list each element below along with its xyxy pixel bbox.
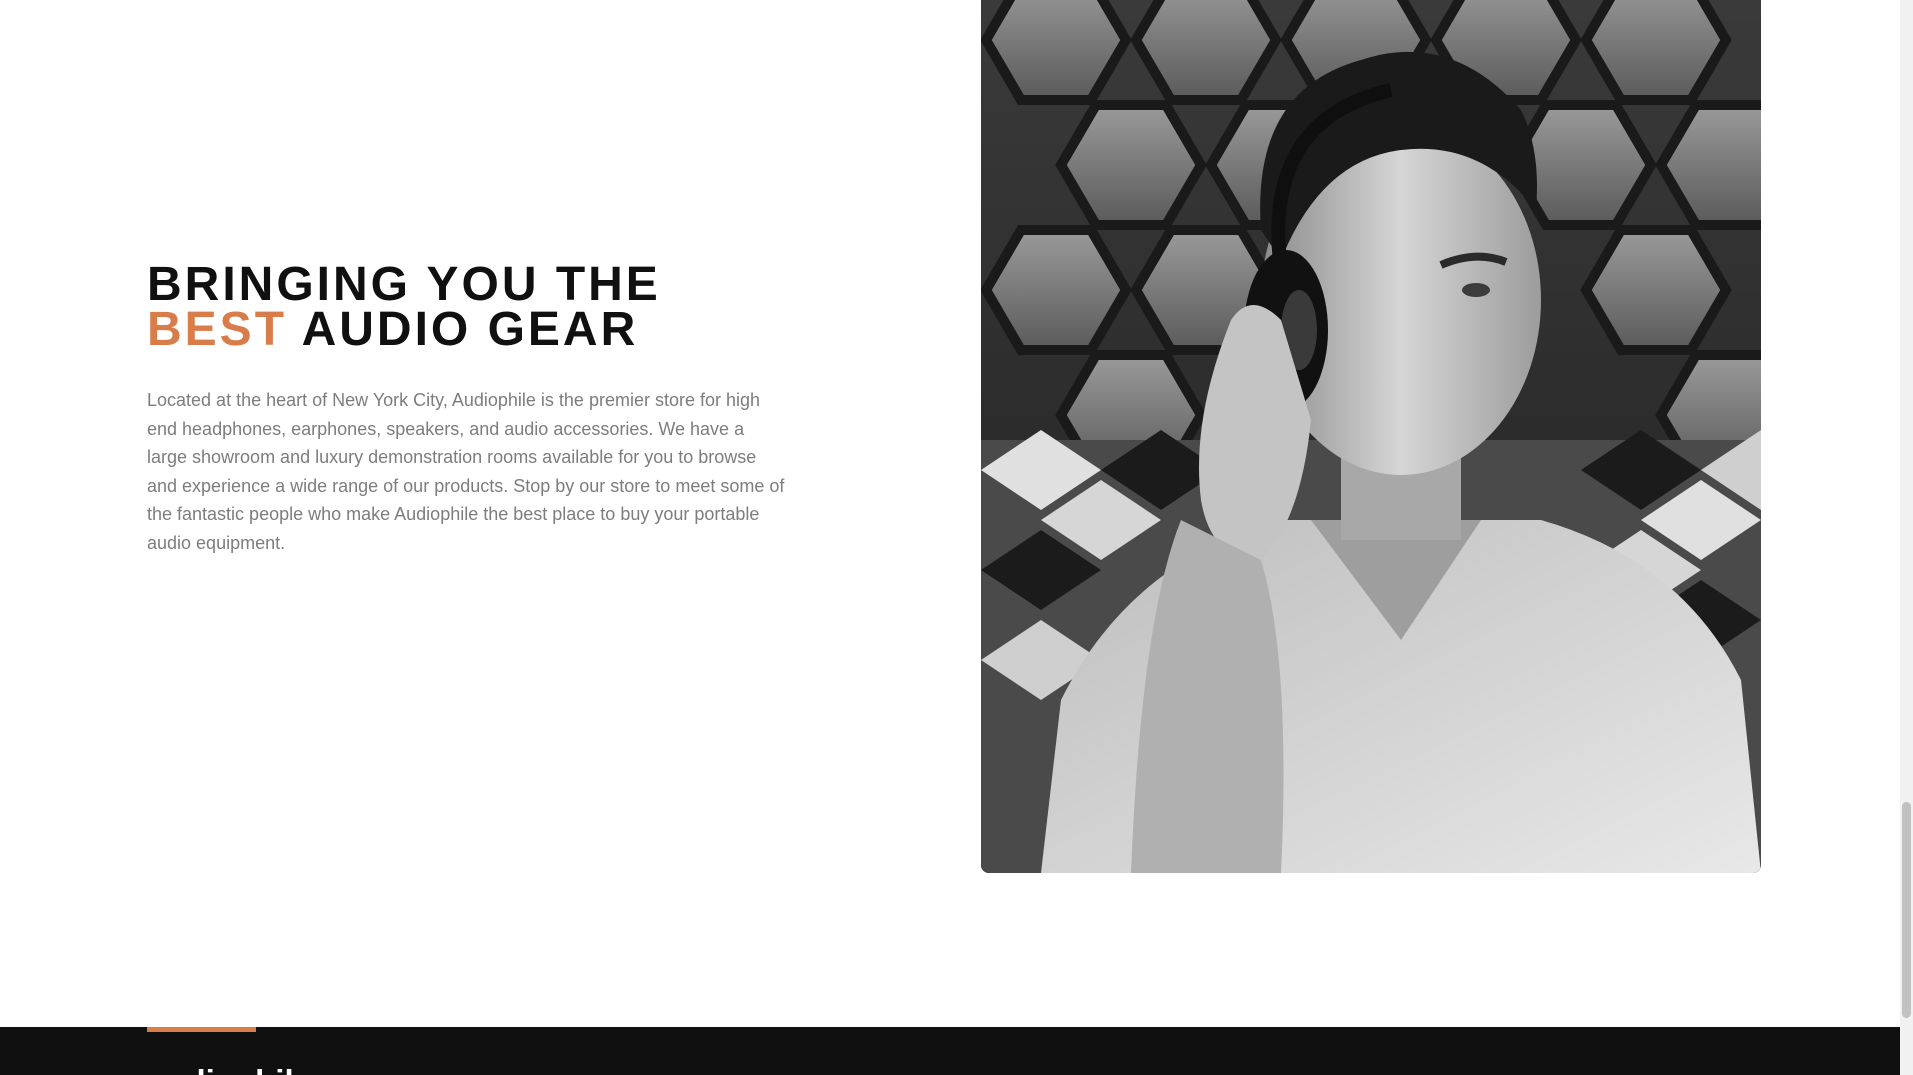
page: Bringing you the best audio gear Located…: [0, 0, 1913, 1075]
headline-line-2: best audio gear: [147, 306, 787, 354]
scrollbar-thumb[interactable]: [1902, 802, 1911, 1018]
about-section: Bringing you the best audio gear Located…: [147, 258, 787, 557]
man-with-headphones-image: [981, 0, 1761, 873]
about-description: Located at the heart of New York City, A…: [147, 390, 785, 553]
site-footer: audiophile: [0, 1027, 1900, 1075]
vertical-scrollbar[interactable]: [1900, 0, 1913, 1075]
headline-rest: audio gear: [301, 303, 639, 356]
headline-line-1: Bringing you the: [147, 258, 661, 311]
footer-logo[interactable]: audiophile: [147, 1063, 312, 1075]
about-headline: Bringing you the best audio gear: [147, 258, 787, 354]
footer-accent-bar: [147, 1027, 256, 1032]
headline-accent: best: [147, 303, 288, 356]
